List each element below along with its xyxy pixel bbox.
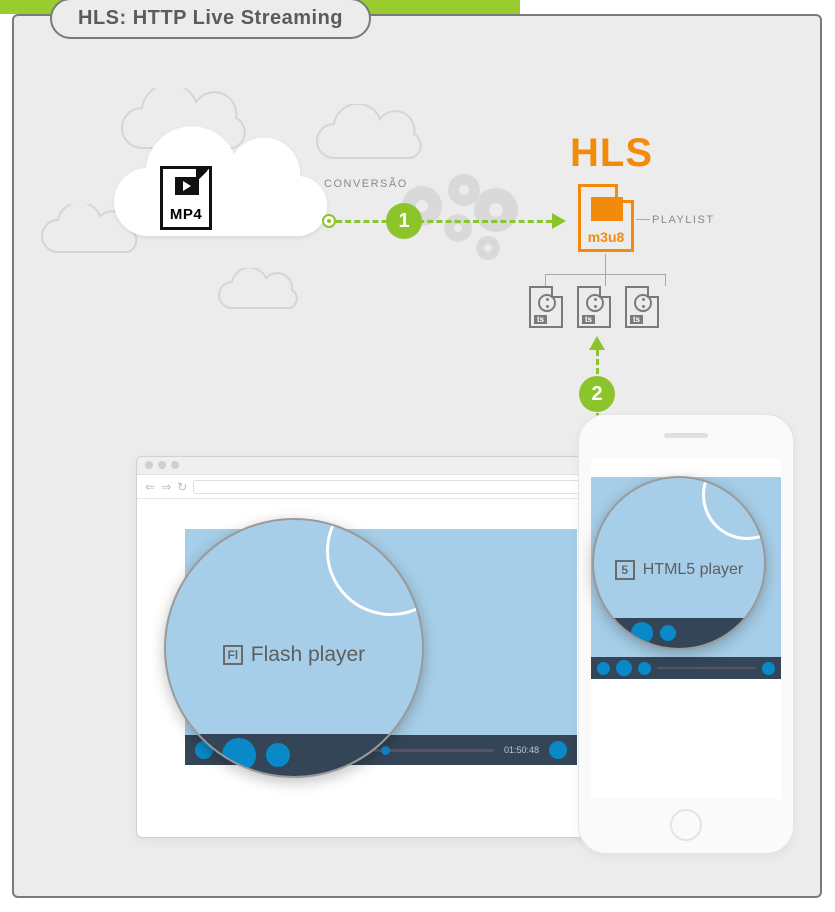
cloud-icon [212, 268, 304, 322]
url-bar [193, 480, 617, 494]
flash-icon: Fl [223, 645, 243, 665]
browser-titlebar [137, 457, 625, 475]
nav-back-icon: ⇐ [145, 480, 155, 494]
prev-icon [608, 625, 624, 641]
play-button-icon [222, 738, 256, 772]
source-cloud-icon [100, 126, 330, 266]
html5-magnifier: 5HTML5 player [592, 476, 766, 650]
timecode: 01:50:48 [504, 745, 539, 755]
video-controls-zoom [166, 734, 422, 776]
conversion-label: CONVERSÃO [324, 178, 408, 190]
video-controls-zoom [594, 618, 764, 648]
next-icon [660, 625, 676, 641]
play-arc-icon [702, 476, 766, 540]
play-button-icon [631, 622, 653, 644]
m3u8-file-icon: m3u8 [578, 184, 634, 252]
video-controls [591, 657, 781, 679]
ts-file-icon: ts [529, 286, 563, 328]
diagram-frame: HLS: HTTP Live Streaming MP4 CONVERSÃO 1… [12, 14, 822, 898]
connector-line [605, 254, 606, 274]
phone-speaker [664, 433, 708, 438]
arrow-step1 [336, 220, 552, 223]
step-2-badge: 2 [579, 376, 615, 412]
progress-bar [657, 667, 756, 669]
diagram-title: HLS: HTTP Live Streaming [50, 0, 371, 39]
arrow-origin-dot [322, 214, 336, 228]
nav-fwd-icon: ⇒ [161, 480, 171, 494]
ts-file-icon: ts [625, 286, 659, 328]
ts-file-icon: ts [577, 286, 611, 328]
play-arc-icon [326, 518, 424, 616]
mp4-label: MP4 [163, 206, 209, 223]
prev-icon [597, 662, 610, 675]
html5-player-label: 5HTML5 player [594, 560, 764, 580]
ts-files-row: ts ts ts [529, 286, 659, 328]
flash-player-label: FlFlash player [166, 643, 422, 667]
play-button-icon [616, 660, 632, 676]
html5-icon: 5 [615, 560, 635, 580]
next-icon [266, 743, 290, 767]
volume-icon [549, 741, 567, 759]
connector-line [545, 274, 546, 286]
flash-magnifier: FlFlash player [164, 518, 424, 778]
playlist-label: PLAYLIST [652, 214, 715, 226]
hls-heading: HLS [570, 131, 653, 176]
nav-reload-icon: ↻ [177, 480, 187, 494]
browser-toolbar: ⇐ ⇒ ↻ [137, 475, 625, 499]
prev-icon [188, 743, 212, 767]
mp4-file-icon: MP4 [160, 166, 212, 230]
home-button-icon [670, 809, 702, 841]
volume-icon [762, 662, 775, 675]
step-1-badge: 1 [386, 203, 422, 239]
connector-line [665, 274, 666, 286]
arrowhead-icon [552, 213, 566, 229]
arrowhead-icon [589, 336, 605, 350]
connector-line [605, 274, 606, 286]
m3u8-label: m3u8 [581, 229, 631, 245]
next-icon [638, 662, 651, 675]
connector-line [636, 219, 650, 220]
